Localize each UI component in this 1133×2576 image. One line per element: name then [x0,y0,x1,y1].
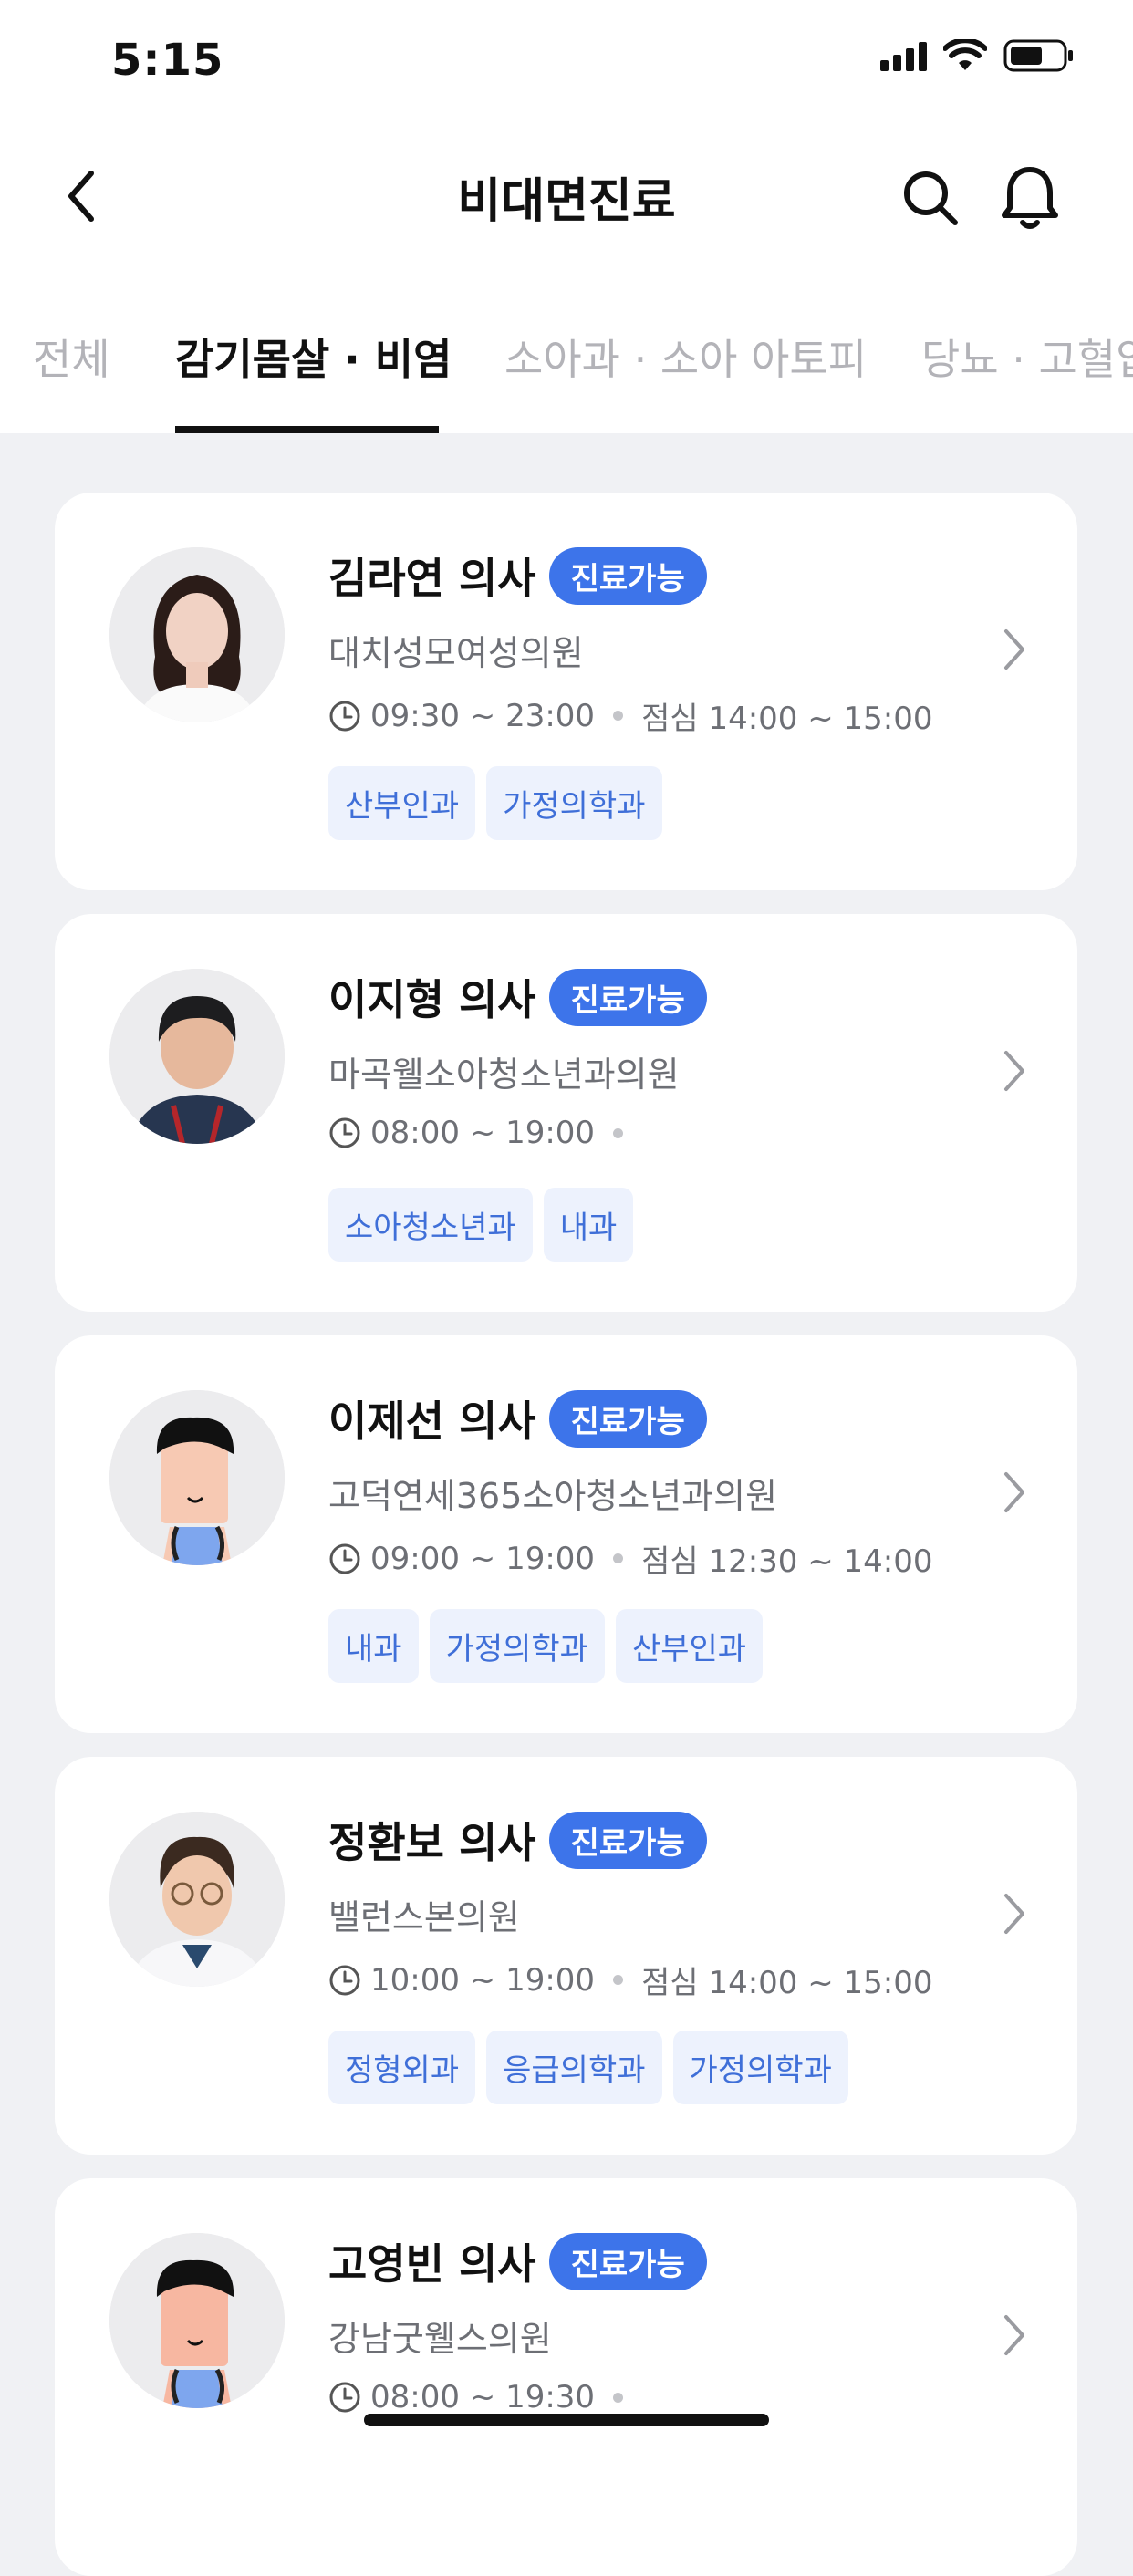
specialty-tag: 가정의학과 [672,2031,848,2104]
active-tab-indicator [175,426,439,433]
business-hours: 09:00 ~ 19:00 점심 12:30 ~ 14:00 [328,1536,933,1581]
top-bar: 5:15 비대면진료 전체 감기몸살 · 비염 소아과 · 소아 아토피 당뇨 … [0,0,1133,433]
business-hours: 10:00 ~ 19:00 점심 14:00 ~ 15:00 [328,1958,933,2002]
doctor-card[interactable]: 정환보 의사 진료가능 밸런스본의원 10:00 ~ 19:00 점심 14:0… [55,1757,1077,2155]
doctor-name: 정환보 의사 [328,1818,536,1867]
chevron-right-icon[interactable] [1003,2313,1026,2357]
tab-all[interactable]: 전체 [33,327,110,387]
doctor-avatar [109,969,285,1144]
specialty-tags: 산부인과 가정의학과 [328,766,662,840]
clinic-name: 대치성모여성의원 [328,633,584,673]
tab-pediatrics[interactable]: 소아과 · 소아 아토피 [504,327,867,387]
notification-bell-icon[interactable] [999,162,1061,232]
status-time: 5:15 [111,35,224,86]
business-hours: 09:30 ~ 23:00 점심 14:00 ~ 15:00 [328,693,933,738]
doctor-name-row: 이제선 의사 진료가능 [328,1388,707,1449]
specialty-tag: 산부인과 [615,1609,764,1683]
specialty-tag: 응급의학과 [486,2031,662,2104]
doctor-card[interactable]: 이제선 의사 진료가능 고덕연세365소아청소년과의원 09:00 ~ 19:0… [55,1335,1077,1733]
clock-icon [329,2382,360,2413]
hours-text: 08:00 ~ 19:30 [370,2379,596,2415]
doctor-avatar [109,2233,285,2408]
clock-icon [329,1965,360,1995]
doctor-avatar [109,547,285,722]
specialty-tag: 내과 [543,1188,634,1262]
home-indicator [364,2414,769,2426]
status-badge: 진료가능 [548,1389,707,1448]
doctor-name-row: 김라연 의사 진료가능 [328,545,707,606]
doctor-name: 이지형 의사 [328,975,536,1024]
specialty-tag: 가정의학과 [429,1609,605,1683]
tab-diabetes-hypertension[interactable]: 당뇨 · 고혈압 [921,327,1133,387]
separator-dot [613,1975,624,1985]
tab-cold-rhinitis[interactable]: 감기몸살 · 비염 [175,327,452,387]
doctor-card[interactable]: 이지형 의사 진료가능 마곡웰소아청소년과의원 08:00 ~ 19:00 소아… [55,914,1077,1312]
specialty-tag: 내과 [328,1609,419,1683]
business-hours: 08:00 ~ 19:00 [328,1115,641,1151]
specialty-tags: 내과 가정의학과 산부인과 [328,1609,764,1683]
status-badge: 진료가능 [548,2232,707,2290]
page-title: 비대면진료 [457,174,676,229]
specialty-tag: 가정의학과 [486,766,662,840]
battery-icon [1003,39,1073,72]
clock-icon [329,1117,360,1148]
chevron-right-icon[interactable] [1003,1470,1026,1514]
doctor-name-row: 정환보 의사 진료가능 [328,1810,707,1870]
clinic-name: 마곡웰소아청소년과의원 [328,1054,680,1095]
separator-dot [613,2392,624,2403]
status-badge: 진료가능 [548,968,707,1026]
doctor-name: 김라연 의사 [328,554,536,603]
lunch-text: 점심 14:00 ~ 15:00 [641,701,933,737]
search-icon[interactable] [901,169,960,227]
doctor-name: 고영빈 의사 [328,2239,536,2289]
clock-icon [329,1543,360,1574]
separator-dot [613,711,624,721]
clinic-name: 강남굿웰스의원 [328,2319,552,2359]
doctor-avatar [109,1390,285,1565]
hours-text: 09:30 ~ 23:00 [370,697,596,734]
doctor-card[interactable]: 김라연 의사 진료가능 대치성모여성의원 09:30 ~ 23:00 점심 14… [55,493,1077,890]
chevron-right-icon[interactable] [1003,1049,1026,1093]
doctor-name-row: 고영빈 의사 진료가능 [328,2231,707,2291]
clinic-name: 고덕연세365소아청소년과의원 [328,1476,778,1516]
specialty-tag: 산부인과 [328,766,476,840]
lunch-text: 점심 14:00 ~ 15:00 [641,1965,933,2001]
doctor-card[interactable]: 고영빈 의사 진료가능 강남굿웰스의원 08:00 ~ 19:30 [55,2178,1077,2576]
hours-text: 10:00 ~ 19:00 [370,1961,596,1999]
separator-dot [613,1553,624,1563]
specialty-tag: 정형외과 [328,2031,476,2104]
category-tabs: 전체 감기몸살 · 비염 소아과 · 소아 아토피 당뇨 · 고혈압 [0,301,1133,433]
specialty-tags: 정형외과 응급의학과 가정의학과 [328,2031,848,2104]
status-icons [880,38,1075,73]
lunch-text: 점심 12:30 ~ 14:00 [641,1543,933,1580]
specialty-tag: 소아청소년과 [328,1188,533,1262]
doctor-avatar [109,1812,285,1987]
specialty-tags: 소아청소년과 내과 [328,1188,634,1262]
chevron-right-icon[interactable] [1003,628,1026,671]
status-badge: 진료가능 [548,1811,707,1869]
clock-icon [329,701,360,731]
doctor-name-row: 이지형 의사 진료가능 [328,967,707,1027]
separator-dot [613,1127,624,1138]
status-badge: 진료가능 [548,546,707,605]
clinic-name: 밸런스본의원 [328,1897,520,1937]
business-hours: 08:00 ~ 19:30 [328,2379,641,2415]
hours-text: 09:00 ~ 19:00 [370,1540,596,1577]
cellular-signal-icon [880,40,927,71]
hours-text: 08:00 ~ 19:00 [370,1115,596,1151]
wifi-icon [943,39,987,70]
doctor-name: 이제선 의사 [328,1397,536,1446]
chevron-right-icon[interactable] [1003,1892,1026,1936]
